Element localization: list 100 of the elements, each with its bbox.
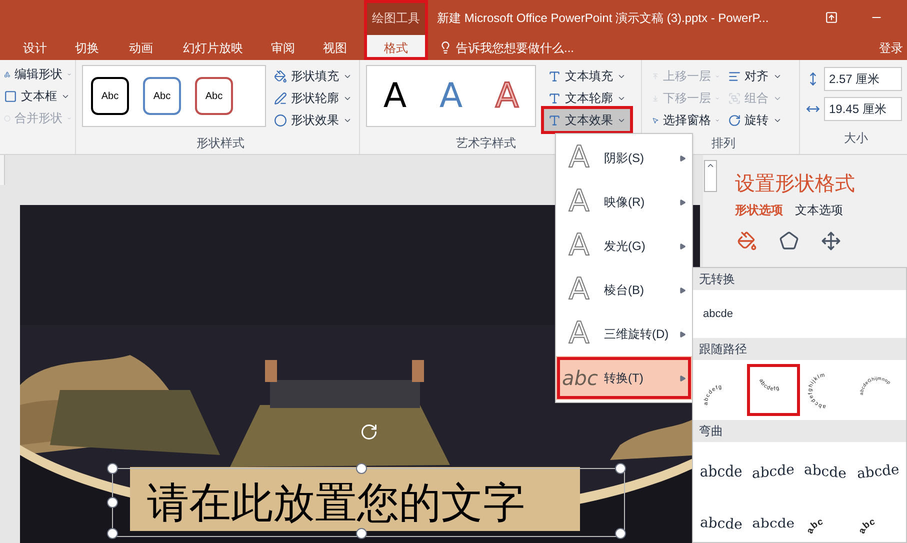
menu-label: 转换(T)	[604, 370, 644, 387]
command-icon	[274, 70, 287, 82]
command-icon	[548, 70, 561, 82]
transform-sample: abcde	[703, 306, 733, 322]
menu-item[interactable]: abc 转换(T)	[556, 356, 692, 400]
text-box[interactable]: 请在此放置您的文字	[112, 468, 625, 537]
transform-sample: abcde	[856, 460, 900, 484]
rotate-handle-icon[interactable]	[360, 423, 378, 441]
scrollbar[interactable]	[704, 160, 717, 192]
ribbon-command[interactable]: 形状轮廓	[270, 87, 356, 109]
ribbon-command[interactable]: 文本效果	[544, 109, 630, 131]
effect-letter-icon: A	[562, 231, 596, 261]
submenu-arrow-icon	[679, 154, 686, 162]
ribbon-command[interactable]: 选择窗格	[648, 109, 724, 131]
move-icon[interactable]	[821, 231, 841, 251]
section-header: 跟随路径	[693, 338, 906, 360]
ribbon-command[interactable]: 文本框	[0, 85, 75, 107]
menu-item[interactable]: A 映像(R)	[556, 180, 692, 224]
ribbon-command[interactable]: 形状效果	[270, 109, 356, 131]
context-tab-group: 绘图工具	[367, 0, 425, 35]
command-icon	[548, 114, 561, 126]
menu-label: 三维旋转(D)	[604, 326, 670, 343]
shape-style-preset[interactable]: Abc	[195, 77, 233, 115]
shape-style-preset[interactable]: Abc	[143, 77, 181, 115]
menu-label: 发光(G)	[604, 238, 646, 255]
transform-sample: abcde	[804, 460, 847, 484]
size-field[interactable]: 19.45 厘米	[824, 97, 902, 121]
ribbon-command[interactable]: 文本轮廓	[544, 87, 630, 109]
size-field[interactable]: 2.57 厘米	[824, 67, 902, 91]
transform-option[interactable]: abcde	[747, 498, 800, 543]
menu-label: 阴影(S)	[604, 150, 645, 167]
ribbon-command[interactable]: 形状填充	[270, 65, 356, 87]
shape-style-preset[interactable]: Abc	[91, 77, 129, 115]
command-icon	[728, 70, 740, 82]
menu-item[interactable]: A 三维旋转(D)	[556, 312, 692, 356]
effect-letter-icon: A	[562, 275, 596, 305]
transform-option[interactable]: abcde	[695, 498, 748, 543]
ribbon-command[interactable]: 编辑形状	[0, 63, 75, 85]
window-title: 新建 Microsoft Office PowerPoint 演示文稿 (3).pptx - PowerP...	[437, 10, 769, 26]
transform-sample: abc	[856, 507, 900, 541]
wordart-preset[interactable]: A	[383, 79, 407, 113]
effect-letter-icon: A	[562, 187, 596, 217]
submenu-arrow-icon	[679, 286, 686, 294]
ribbon-command[interactable]: 文本填充	[544, 65, 630, 87]
transform-sample: abcde	[700, 462, 742, 482]
command-icon	[548, 92, 561, 104]
ribbon-tab[interactable]: 切换	[58, 35, 116, 60]
transform-sample: abcde	[752, 460, 795, 484]
command-icon	[728, 114, 740, 126]
scroll-up-icon[interactable]	[706, 161, 715, 170]
submenu-arrow-icon	[679, 242, 686, 250]
menu-item[interactable]: A 棱台(B)	[556, 268, 692, 312]
submenu-arrow-icon	[679, 374, 686, 382]
transform-option[interactable]: abcde	[695, 294, 904, 334]
group-label: 艺术字样式	[456, 134, 516, 152]
transform-sample: abc	[804, 507, 848, 541]
submenu-arrow-icon	[679, 330, 686, 338]
transform-option[interactable]: abcde	[695, 446, 748, 498]
ribbon-tab[interactable]: 设计	[12, 35, 58, 60]
submenu-arrow-icon	[679, 198, 686, 206]
command-icon	[274, 92, 287, 104]
fill-bucket-icon[interactable]	[737, 231, 757, 251]
ribbon-tab[interactable]: 幻灯片放映	[166, 35, 260, 60]
transform-sample: abcde	[752, 515, 795, 533]
transform-option[interactable]: abc	[800, 498, 852, 543]
section-header: 无转换	[693, 268, 906, 290]
section-header: 弯曲	[693, 420, 906, 442]
pane-tab[interactable]: 形状选项	[735, 201, 783, 219]
group-label: 排列	[712, 134, 736, 152]
menu-item[interactable]: A 发光(G)	[556, 224, 692, 268]
group-label: 大小	[844, 130, 868, 146]
ribbon-tab[interactable]: 动画	[116, 35, 166, 60]
effect-letter-icon: A	[562, 143, 596, 173]
command-icon	[274, 114, 287, 126]
sign-in-link[interactable]: 登录	[879, 35, 907, 60]
menu-item[interactable]: A 阴影(S)	[556, 136, 692, 180]
transform-sample: abcde	[699, 513, 743, 535]
pentagon-icon[interactable]	[779, 231, 799, 251]
ribbon-tab[interactable]: 审阅	[260, 35, 306, 60]
menu-label: 映像(R)	[604, 194, 646, 211]
tell-me-field[interactable]: 告诉我您想要做什么...	[456, 38, 574, 56]
pane-title: 设置形状格式	[735, 172, 856, 197]
ribbon-display-icon[interactable]	[825, 11, 838, 24]
wordart-preset[interactable]: A	[439, 79, 463, 113]
command-icon	[728, 92, 740, 104]
transform-option[interactable]: abcde	[852, 446, 904, 498]
ribbon-command[interactable]: 旋转	[724, 109, 799, 131]
effect-letter-icon: abc	[562, 368, 596, 388]
group-label: 形状样式	[196, 134, 244, 152]
transform-option[interactable]: abc	[852, 498, 904, 543]
command-icon	[4, 90, 17, 102]
effect-letter-icon: A	[562, 319, 596, 349]
placeholder-text: 请在此放置您的文字	[147, 482, 525, 524]
menu-label: 棱台(B)	[604, 282, 645, 299]
ribbon-tab[interactable]: 视图	[306, 35, 364, 60]
transform-option[interactable]: abcde	[800, 446, 852, 498]
lightbulb-icon	[439, 41, 452, 54]
ribbon-command[interactable]: 对齐	[724, 65, 799, 87]
pane-tab[interactable]: 文本选项	[795, 201, 843, 219]
transform-option[interactable]: abcde	[747, 446, 800, 498]
